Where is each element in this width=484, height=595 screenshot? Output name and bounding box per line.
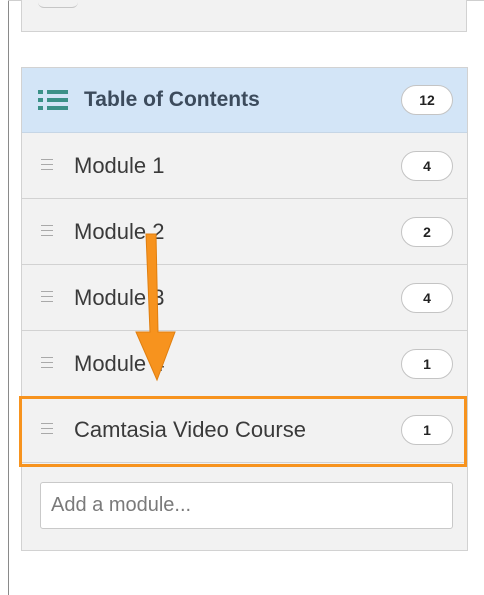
- page: Table of Contents 12 Module 1 4 Module 2…: [0, 0, 484, 595]
- previous-panel: [21, 0, 467, 32]
- module-label: Module 2: [74, 219, 165, 244]
- window-edge: [8, 0, 9, 595]
- toc-header[interactable]: Table of Contents 12: [22, 68, 467, 133]
- drag-handle-icon[interactable]: [41, 225, 53, 236]
- list-icon: [38, 90, 68, 110]
- module-row-3[interactable]: Module 3 4: [22, 265, 467, 331]
- table-of-contents-panel: Table of Contents 12 Module 1 4 Module 2…: [21, 67, 468, 551]
- add-module-input[interactable]: [40, 482, 453, 529]
- module-row-4[interactable]: Module 4 1: [22, 331, 467, 397]
- module-row-5[interactable]: Camtasia Video Course 1: [22, 397, 467, 463]
- drag-handle-icon[interactable]: [41, 291, 53, 302]
- toc-title: Table of Contents: [84, 88, 260, 111]
- drag-handle-icon[interactable]: [41, 357, 53, 368]
- module-count-badge: 4: [401, 283, 453, 313]
- module-count-badge: 4: [401, 151, 453, 181]
- module-label: Module 4: [74, 351, 165, 376]
- module-count-badge: 1: [401, 415, 453, 445]
- module-count-badge: 1: [401, 349, 453, 379]
- panel-handle: [38, 1, 78, 8]
- toc-count-badge: 12: [401, 85, 453, 115]
- module-label: Module 1: [74, 153, 165, 178]
- module-row-1[interactable]: Module 1 4: [22, 133, 467, 199]
- drag-handle-icon[interactable]: [41, 159, 53, 170]
- module-label: Camtasia Video Course: [74, 417, 306, 442]
- drag-handle-icon[interactable]: [41, 423, 53, 434]
- module-count-badge: 2: [401, 217, 453, 247]
- module-label: Module 3: [74, 285, 165, 310]
- module-row-2[interactable]: Module 2 2: [22, 199, 467, 265]
